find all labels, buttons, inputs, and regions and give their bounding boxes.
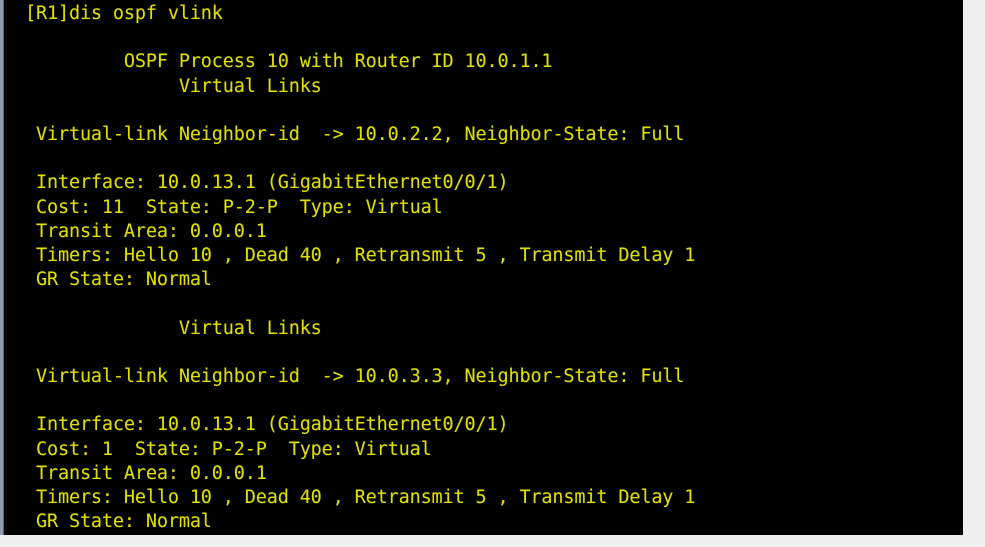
console-line: Cost: 11 State: P-2-P Type: Virtual [25, 196, 443, 218]
terminal-window: [R1]dis ospf vlink OSPF Process 10 with … [0, 0, 985, 547]
console-line: Interface: 10.0.13.1 (GigabitEthernet0/0… [25, 172, 509, 194]
console-line: GR State: Normal [25, 511, 212, 533]
window-chrome-bottom [0, 535, 985, 547]
console-line: Virtual Links [25, 317, 322, 339]
console-line: [R1]dis ospf vlink [25, 3, 223, 24]
console-line: GR State: Normal [25, 269, 212, 291]
console-line: Virtual-link Neighbor-id -> 10.0.2.2, Ne… [25, 124, 685, 146]
console-line: Timers: Hello 10 , Dead 40 , Retransmit … [25, 487, 696, 509]
console-line: Cost: 1 State: P-2-P Type: Virtual [25, 438, 432, 460]
console-line: Transit Area: 0.0.0.1 [25, 220, 267, 242]
console-line: Transit Area: 0.0.0.1 [25, 462, 267, 484]
console-viewport[interactable]: [R1]dis ospf vlink OSPF Process 10 with … [7, 0, 963, 535]
console-line: Timers: Hello 10 , Dead 40 , Retransmit … [25, 245, 696, 267]
console-output-text: [R1]dis ospf vlink OSPF Process 10 with … [25, 2, 963, 534]
window-chrome-right [963, 0, 985, 547]
console-line: Virtual Links [25, 75, 322, 97]
console-line: Interface: 10.0.13.1 (GigabitEthernet0/0… [25, 414, 509, 436]
console-line: Virtual-link Neighbor-id -> 10.0.3.3, Ne… [25, 366, 685, 388]
console-line: OSPF Process 10 with Router ID 10.0.1.1 [25, 51, 553, 73]
